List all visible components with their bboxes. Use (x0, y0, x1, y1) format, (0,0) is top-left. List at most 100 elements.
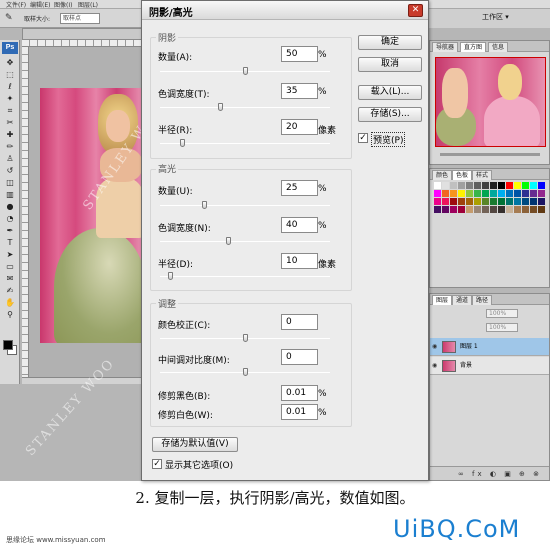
color-swatch[interactable] (482, 206, 489, 213)
layer-actions-bar[interactable]: ∞ fx ◐ ▣ ⊕ ⊗ (430, 466, 549, 480)
midtone-contrast-slider[interactable] (243, 368, 248, 376)
color-swatch[interactable] (538, 206, 545, 213)
layer-row[interactable]: ◉ 背景 (430, 357, 549, 375)
foreground-color-swatch[interactable] (3, 340, 13, 350)
color-swatch[interactable] (450, 182, 457, 189)
color-swatch[interactable] (490, 198, 497, 205)
brush-tool-icon[interactable]: ✏ (4, 142, 16, 152)
color-swatch[interactable] (434, 182, 441, 189)
slice-tool-icon[interactable]: ✂ (4, 118, 16, 128)
color-swatch[interactable] (474, 206, 481, 213)
tab-info[interactable]: 信息 (488, 42, 509, 52)
color-swatch[interactable] (538, 182, 545, 189)
color-swatch[interactable] (442, 206, 449, 213)
color-swatch[interactable] (506, 198, 513, 205)
color-swatch[interactable] (490, 190, 497, 197)
color-swatch[interactable] (506, 190, 513, 197)
tab-layers[interactable]: 图层 (432, 295, 453, 305)
document-tab[interactable] (22, 28, 142, 40)
healing-brush-icon[interactable]: ✚ (4, 130, 16, 140)
color-swatch[interactable] (522, 190, 529, 197)
highlights-amount-input[interactable]: 25 (281, 180, 318, 196)
color-correction-slider[interactable] (243, 334, 248, 342)
color-swatch[interactable] (474, 198, 481, 205)
color-swatch[interactable] (474, 190, 481, 197)
color-swatch[interactable] (490, 182, 497, 189)
color-swatch[interactable] (522, 198, 529, 205)
crop-tool-icon[interactable]: ⌗ (4, 106, 16, 116)
white-clip-input[interactable]: 0.01 (281, 404, 318, 420)
close-icon[interactable]: ✕ (408, 4, 423, 17)
tab-color[interactable]: 颜色 (432, 170, 453, 180)
tab-channels[interactable]: 通道 (452, 295, 473, 305)
magic-wand-tool-icon[interactable]: ✦ (4, 94, 16, 104)
color-swatch[interactable] (466, 190, 473, 197)
shadows-amount-input[interactable]: 50 (281, 46, 318, 62)
opacity-field[interactable]: 100% (486, 309, 518, 318)
color-swatch[interactable] (506, 206, 513, 213)
shadows-radius-slider[interactable] (179, 139, 185, 147)
eraser-tool-icon[interactable]: ◫ (4, 178, 16, 188)
eyedropper-tool-icon[interactable]: ✍ (4, 286, 16, 296)
tab-paths[interactable]: 路径 (472, 295, 493, 305)
color-swatch[interactable] (538, 198, 545, 205)
color-swatch[interactable] (498, 198, 505, 205)
color-swatch[interactable] (450, 206, 457, 213)
color-swatch[interactable] (458, 198, 465, 205)
clone-stamp-icon[interactable]: ♙ (4, 154, 16, 164)
color-swatch[interactable] (482, 198, 489, 205)
color-swatch[interactable] (514, 182, 521, 189)
shadows-tonal-slider[interactable] (218, 103, 224, 111)
marquee-tool-icon[interactable]: ⬚ (4, 70, 16, 80)
highlights-amount-slider[interactable] (201, 201, 207, 209)
color-swatch[interactable] (458, 182, 465, 189)
color-swatch[interactable] (450, 198, 457, 205)
tab-swatches[interactable]: 色板 (452, 170, 473, 180)
zoom-slider[interactable] (440, 153, 540, 156)
color-swatch[interactable] (498, 182, 505, 189)
color-swatch[interactable] (434, 206, 441, 213)
menu-edit[interactable]: 编辑(E) (30, 0, 50, 9)
color-swatch[interactable] (466, 182, 473, 189)
color-swatch[interactable] (490, 206, 497, 213)
eye-icon[interactable]: ◉ (432, 357, 440, 375)
color-swatch[interactable] (522, 182, 529, 189)
notes-tool-icon[interactable]: ✉ (4, 274, 16, 284)
color-swatch[interactable] (482, 190, 489, 197)
move-tool-icon[interactable]: ✥ (4, 58, 16, 68)
highlights-radius-input[interactable]: 10 (281, 253, 318, 269)
color-swatch[interactable] (538, 190, 545, 197)
horizontal-scrollbar[interactable] (22, 377, 142, 384)
color-swatch[interactable] (514, 198, 521, 205)
dodge-tool-icon[interactable]: ◔ (4, 214, 16, 224)
hand-tool-icon[interactable]: ✋ (4, 298, 16, 308)
dialog-titlebar[interactable]: 阴影/高光 ✕ (142, 1, 428, 20)
swatch-grid[interactable] (433, 182, 548, 214)
color-swatch[interactable] (466, 206, 473, 213)
color-swatch[interactable] (530, 198, 537, 205)
lasso-tool-icon[interactable]: ℓ (4, 82, 16, 92)
shadows-tonal-input[interactable]: 35 (281, 83, 318, 99)
highlights-tonal-input[interactable]: 40 (281, 217, 318, 233)
color-swatch[interactable] (498, 206, 505, 213)
tab-histogram[interactable]: 直方图 (460, 42, 487, 52)
shadows-radius-input[interactable]: 20 (281, 119, 318, 135)
fill-field[interactable]: 100% (486, 323, 518, 332)
zoom-tool-icon[interactable]: ⚲ (4, 310, 16, 320)
color-swatch[interactable] (442, 182, 449, 189)
history-brush-icon[interactable]: ↺ (4, 166, 16, 176)
color-swatch[interactable] (514, 206, 521, 213)
color-swatch[interactable] (434, 190, 441, 197)
tab-navigator[interactable]: 导航器 (432, 42, 459, 52)
path-selection-icon[interactable]: ➤ (4, 250, 16, 260)
color-swatch[interactable] (442, 198, 449, 205)
ok-button[interactable]: 确定 (358, 35, 422, 50)
shadows-amount-slider[interactable] (243, 67, 248, 75)
color-swatch[interactable] (530, 206, 537, 213)
preview-checkbox[interactable]: ✓ (358, 133, 368, 143)
navigator-thumbnail[interactable] (435, 57, 546, 147)
sample-size-select[interactable]: 取样点 (60, 13, 100, 24)
color-swatch[interactable] (434, 198, 441, 205)
midtone-contrast-input[interactable]: 0 (281, 349, 318, 365)
more-options-checkbox[interactable]: ✓ (152, 459, 162, 469)
